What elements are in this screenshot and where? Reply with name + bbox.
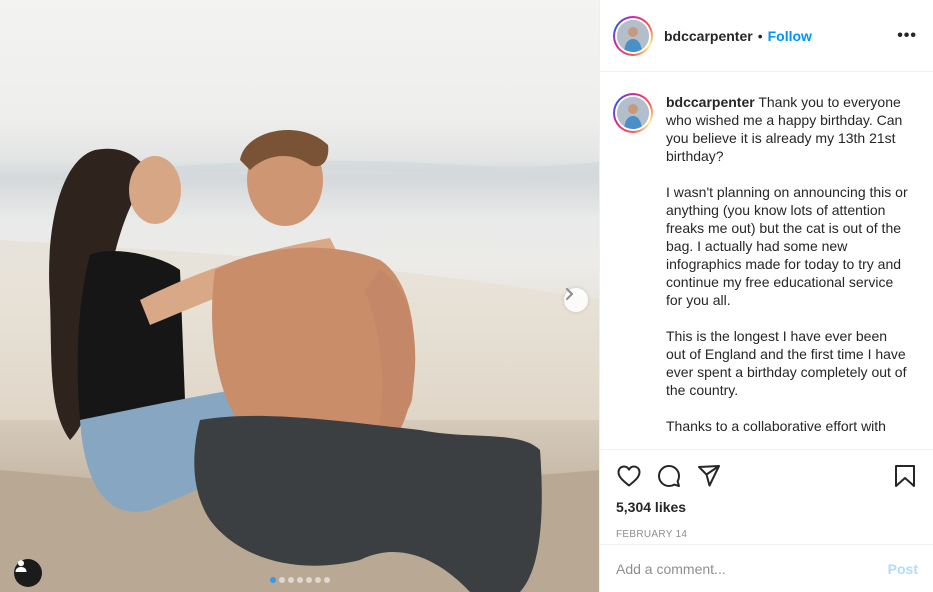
follow-button[interactable]: Follow xyxy=(768,28,812,44)
caption-text: bdccarpenter Thank you to everyone who w… xyxy=(666,93,908,449)
post-actions: 5,304 likes FEBRUARY 14 xyxy=(600,449,933,540)
carousel-dot xyxy=(287,577,294,583)
carousel-dot xyxy=(314,577,321,583)
share-button[interactable] xyxy=(696,463,722,489)
avatar-image xyxy=(617,97,649,129)
comment-button[interactable] xyxy=(656,463,682,489)
carousel-dot xyxy=(305,577,312,583)
caption-paragraph: bdccarpenter Thank you to everyone who w… xyxy=(666,94,903,164)
post-comment-button[interactable]: Post xyxy=(888,561,918,577)
paper-plane-icon xyxy=(698,465,720,487)
caption-username[interactable]: bdccarpenter xyxy=(666,94,755,110)
comment-input[interactable] xyxy=(616,560,888,577)
post-header: bdccarpenter • Follow ••• xyxy=(600,0,933,72)
header-username[interactable]: bdccarpenter xyxy=(664,28,753,44)
post-side-panel: bdccarpenter • Follow ••• bdccarpenter T… xyxy=(599,0,933,592)
caption-section: bdccarpenter Thank you to everyone who w… xyxy=(600,73,933,449)
action-icons-row xyxy=(616,450,918,498)
heart-icon xyxy=(617,465,641,487)
more-options-icon[interactable]: ••• xyxy=(897,27,917,45)
post-date[interactable]: FEBRUARY 14 xyxy=(616,529,918,540)
post-photo[interactable] xyxy=(0,0,599,592)
bookmark-icon xyxy=(895,465,915,487)
carousel-dot xyxy=(323,577,330,583)
likes-count[interactable]: 5,304 likes xyxy=(616,499,918,515)
comment-composer: Post xyxy=(600,544,933,592)
header-separator: • xyxy=(757,27,763,44)
caption-avatar[interactable] xyxy=(613,93,653,133)
carousel-next-button[interactable] xyxy=(564,288,588,312)
avatar-image xyxy=(617,19,649,52)
caption-paragraph: I wasn't planning on announcing this or … xyxy=(666,184,908,308)
caption-paragraph: Thanks to a collaborative effort with xyxy=(666,418,886,434)
carousel-dot xyxy=(278,577,285,583)
user-tag-icon xyxy=(15,560,27,572)
carousel-dot xyxy=(296,577,303,583)
photo-illustration xyxy=(0,129,599,592)
comment-icon xyxy=(658,465,680,487)
carousel-dot xyxy=(269,577,276,583)
save-button[interactable] xyxy=(892,463,918,489)
caption-paragraph: This is the longest I have ever been out… xyxy=(666,328,907,398)
like-button[interactable] xyxy=(616,463,642,489)
avatar[interactable] xyxy=(613,15,653,56)
carousel-indicator xyxy=(0,577,599,583)
chevron-right-icon xyxy=(566,288,573,300)
